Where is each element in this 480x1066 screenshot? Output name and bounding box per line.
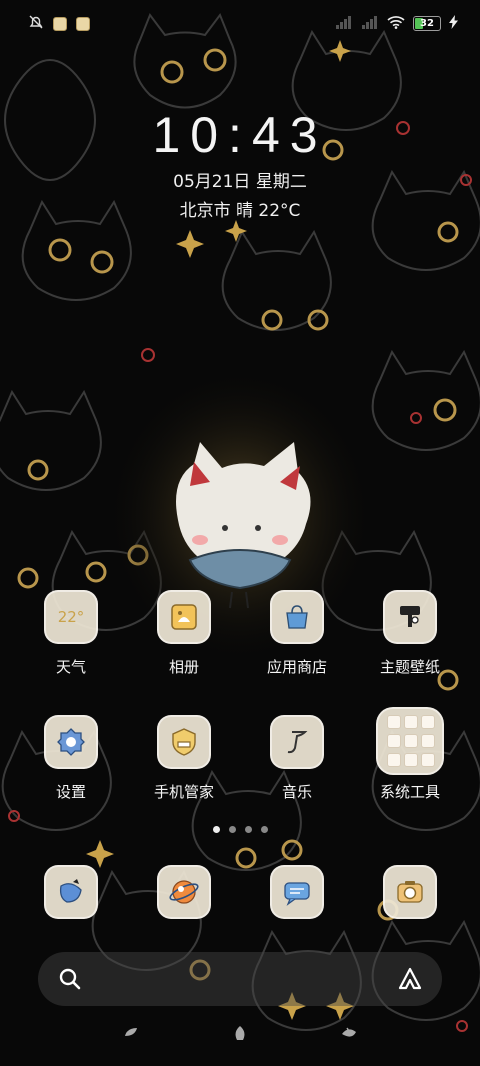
- app-label-music: 音乐: [281, 783, 312, 801]
- system-tools-folder-icon: [376, 707, 444, 775]
- browser-icon: [157, 865, 211, 919]
- page-dot-3[interactable]: [244, 826, 252, 833]
- battery-icon: 32: [413, 16, 441, 31]
- phone-icon: [44, 865, 98, 919]
- signal-1-icon: [335, 14, 353, 33]
- app-label-gallery: 相册: [168, 658, 199, 676]
- search-bar[interactable]: [38, 952, 442, 1006]
- search-icon[interactable]: [57, 966, 83, 996]
- page-indicator[interactable]: [0, 826, 480, 833]
- messages-icon: [270, 865, 324, 919]
- app-system-tools-folder[interactable]: 系统工具: [360, 707, 460, 802]
- phone-manager-icon: [157, 715, 211, 769]
- app-settings[interactable]: 设置: [21, 715, 121, 802]
- dock-messages[interactable]: [247, 865, 347, 919]
- clock-widget[interactable]: 10:43 05月21日 星期二 北京市 晴 22°C: [0, 105, 480, 221]
- back-gesture-icon[interactable]: [121, 1024, 141, 1048]
- app-theme-wallpaper[interactable]: 主题壁纸: [360, 590, 460, 677]
- clock-weather: 北京市 晴 22°C: [179, 201, 301, 221]
- settings-icon: [44, 715, 98, 769]
- app-music[interactable]: 音乐: [247, 715, 347, 802]
- app-store[interactable]: 应用商店: [247, 590, 347, 677]
- album-notification-icon: [76, 17, 90, 31]
- camera-icon: [383, 865, 437, 919]
- page-dot-2[interactable]: [228, 826, 236, 833]
- status-bar: 32: [0, 0, 480, 50]
- app-weather[interactable]: 22° 天气: [21, 590, 121, 677]
- theme-wallpaper-icon: [383, 590, 437, 644]
- app-label-theme-wallpaper: 主题壁纸: [379, 658, 440, 676]
- dock-camera[interactable]: [360, 865, 460, 919]
- home-gesture-icon[interactable]: [230, 1024, 250, 1048]
- page-dot-1[interactable]: [212, 826, 220, 833]
- app-label-phone-manager: 手机管家: [153, 783, 214, 801]
- wifi-icon: [387, 14, 405, 33]
- recents-gesture-icon[interactable]: [339, 1024, 359, 1048]
- dock-phone[interactable]: [21, 865, 121, 919]
- app-label-system-tools: 系统工具: [379, 783, 440, 801]
- notifications-muted-icon: [28, 14, 44, 34]
- signal-2-icon: [361, 14, 379, 33]
- app-label-weather: 天气: [55, 658, 86, 676]
- music-icon: [270, 715, 324, 769]
- app-phone-manager[interactable]: 手机管家: [134, 715, 234, 802]
- page-dot-4[interactable]: [260, 826, 268, 833]
- app-gallery[interactable]: 相册: [134, 590, 234, 677]
- battery-level: 32: [420, 18, 434, 29]
- dock-browser[interactable]: [134, 865, 234, 919]
- charging-icon: [449, 14, 458, 33]
- navigation-bar: [0, 1024, 480, 1054]
- clock-time: 10:43: [152, 107, 328, 163]
- folder-preview-grid: [387, 715, 435, 767]
- weather-icon-temp: 22°: [57, 608, 85, 626]
- gallery-icon: [157, 590, 211, 644]
- app-label-app-store: 应用商店: [266, 658, 327, 676]
- clock-date: 05月21日 星期二: [173, 172, 307, 192]
- gallery-notification-icon: [53, 17, 67, 31]
- app-store-icon: [270, 590, 324, 644]
- weather-icon: 22°: [44, 590, 98, 644]
- assistant-icon[interactable]: [396, 965, 424, 997]
- app-label-settings: 设置: [55, 783, 86, 801]
